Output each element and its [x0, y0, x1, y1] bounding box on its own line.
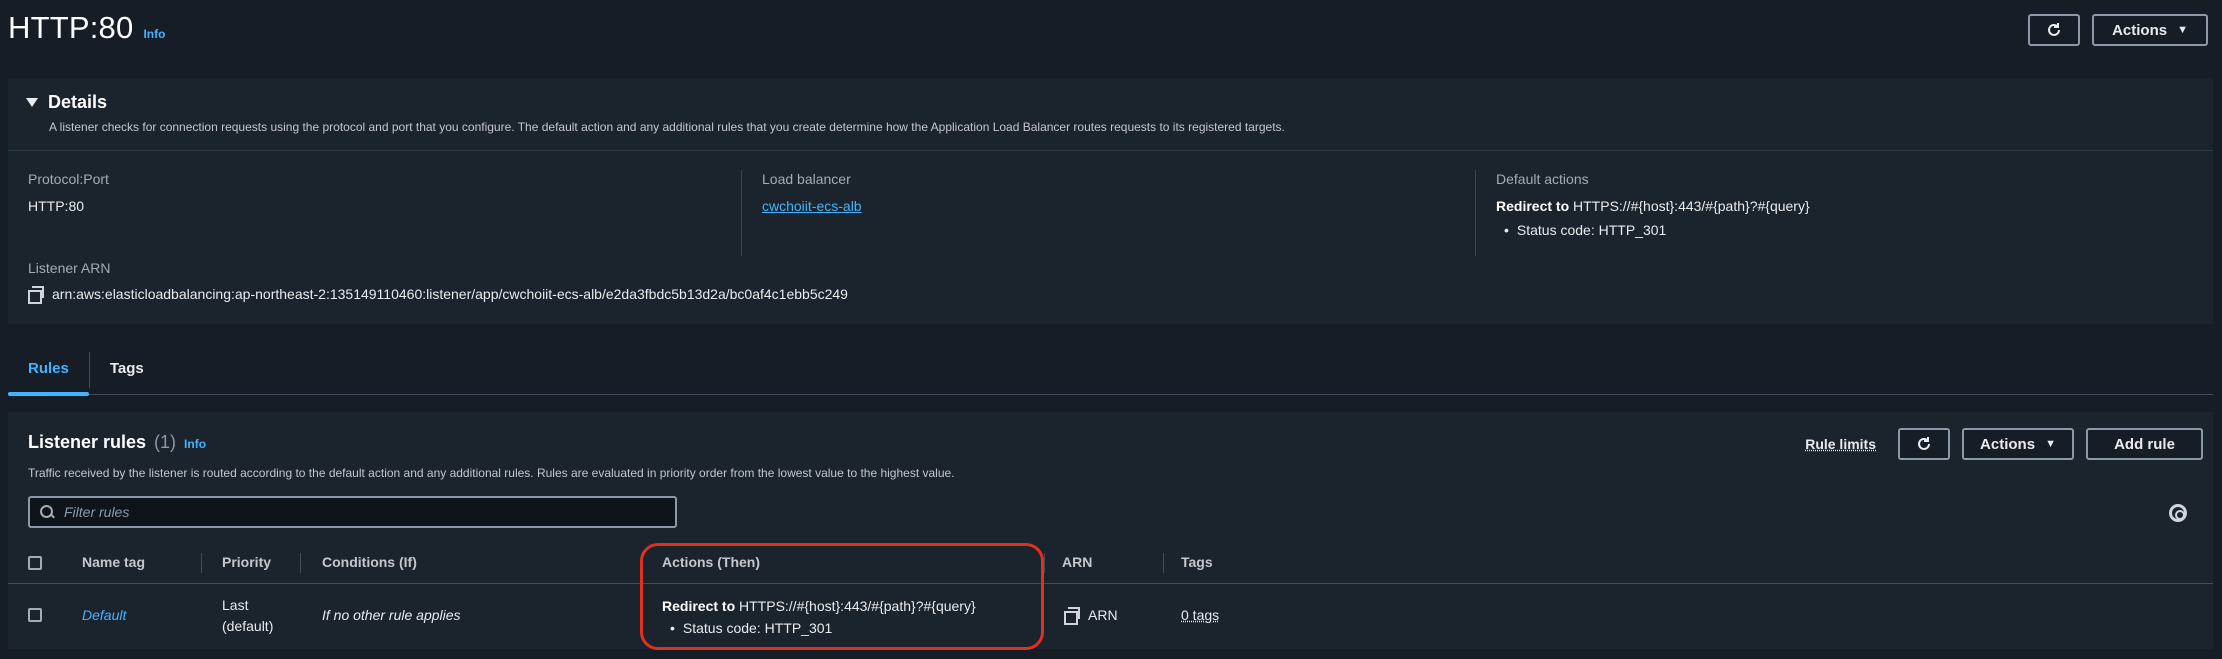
rule-actions: Redirect to HTTPS://#{host}:443/#{path}?…	[662, 598, 976, 636]
select-all-checkbox[interactable]	[28, 556, 42, 570]
refresh-icon	[2048, 23, 2061, 36]
details-panel: Details A listener checks for connection…	[8, 78, 2213, 324]
status-code-text: Status code: HTTP_301	[1516, 222, 1667, 238]
page-title: HTTP:80	[8, 10, 134, 45]
col-name-tag[interactable]: Name tag	[82, 554, 145, 570]
add-rule-button[interactable]: Add rule	[2086, 428, 2203, 460]
listener-arn-label: Listener ARN	[28, 260, 111, 276]
rule-tags-link[interactable]: 0 tags	[1181, 607, 1219, 623]
row-checkbox[interactable]	[28, 608, 42, 622]
load-balancer-link[interactable]: cwchoiit-ecs-alb	[762, 198, 862, 214]
listener-arn-row: arn:aws:elasticloadbalancing:ap-northeas…	[28, 286, 848, 304]
tab-tags[interactable]: Tags	[90, 345, 164, 395]
column-divider	[741, 170, 742, 256]
info-link[interactable]: Info	[143, 27, 165, 41]
refresh-icon	[1918, 437, 1930, 450]
rule-arn: ARN	[1064, 607, 1118, 625]
load-balancer-label: Load balancer	[762, 171, 851, 187]
rules-actions-dropdown-button[interactable]: Actions ▼	[1962, 428, 2074, 460]
rules-description: Traffic received by the listener is rout…	[28, 466, 955, 480]
default-actions-field: Default actions Redirect to HTTPS://#{ho…	[1496, 171, 1810, 238]
col-actions[interactable]: Actions (Then)	[662, 554, 760, 570]
rule-name-link[interactable]: Default	[82, 607, 126, 623]
rules-title: Listener rules	[28, 432, 147, 452]
protocol-port-label: Protocol:Port	[28, 171, 109, 187]
caret-down-icon: ▼	[2177, 24, 2188, 36]
filter-rules-input[interactable]	[64, 504, 664, 520]
protocol-port-value: HTTP:80	[28, 198, 85, 214]
rules-info-link[interactable]: Info	[184, 437, 206, 451]
rule-redirect-target: HTTPS://#{host}:443/#{path}?#{query}	[739, 598, 976, 614]
rule-redirect-prefix: Redirect to	[662, 598, 736, 614]
rule-status-text: Status code: HTTP_301	[682, 620, 833, 636]
actions-dropdown-button[interactable]: Actions ▼	[2092, 14, 2208, 46]
listener-rules-panel: Listener rules (1) Info Traffic received…	[8, 412, 2213, 649]
copy-icon[interactable]	[1064, 607, 1080, 625]
tab-bar: Rules Tags	[8, 345, 2213, 396]
search-icon	[40, 505, 54, 519]
details-title: Details	[48, 92, 108, 112]
load-balancer-field: Load balancer cwchoiit-ecs-alb	[762, 171, 862, 215]
details-toggle[interactable]: Details	[26, 92, 1285, 113]
caret-down-icon: ▼	[2045, 438, 2056, 450]
column-resizer[interactable]	[1163, 553, 1164, 573]
priority-line-1: Last	[222, 597, 249, 613]
listener-arn-value: arn:aws:elasticloadbalancing:ap-northeas…	[52, 286, 848, 302]
refresh-button[interactable]	[2028, 14, 2081, 46]
page: HTTP:80 Info Actions ▼ Details A listene…	[0, 0, 2222, 659]
rules-refresh-button[interactable]	[1898, 428, 1950, 460]
default-action-value: Redirect to HTTPS://#{host}:443/#{path}?…	[1496, 198, 1810, 214]
redirect-prefix: Redirect to	[1496, 198, 1570, 214]
rule-action-line: Redirect to HTTPS://#{host}:443/#{path}?…	[662, 598, 976, 614]
page-header: HTTP:80 Info	[8, 10, 165, 46]
column-divider	[1475, 170, 1476, 256]
col-priority[interactable]: Priority	[222, 554, 271, 570]
redirect-target: HTTPS://#{host}:443/#{path}?#{query}	[1573, 198, 1810, 214]
col-conditions[interactable]: Conditions (If)	[322, 554, 417, 570]
protocol-port-field: Protocol:Port HTTP:80	[28, 171, 109, 214]
col-arn[interactable]: ARN	[1062, 554, 1092, 570]
col-tags[interactable]: Tags	[1181, 554, 1213, 570]
priority-line-2: (default)	[222, 618, 274, 634]
rules-actions: Rule limits Actions ▼ Add rule	[1805, 428, 2203, 460]
column-resizer[interactable]	[300, 553, 301, 573]
column-resizer[interactable]	[201, 553, 202, 573]
details-description: A listener checks for connection request…	[49, 120, 1285, 134]
settings-gear-icon[interactable]	[2169, 504, 2187, 522]
filter-rules-box[interactable]	[28, 496, 677, 528]
rule-limits-link[interactable]: Rule limits	[1805, 436, 1876, 452]
status-code-item: Status code: HTTP_301	[1504, 222, 1810, 238]
column-resizer[interactable]	[1044, 553, 1045, 573]
rule-priority: Last (default)	[222, 595, 273, 637]
copy-icon[interactable]	[28, 286, 44, 304]
rule-arn-label: ARN	[1088, 607, 1118, 623]
details-divider	[8, 150, 2213, 151]
listener-arn-field: Listener ARN arn:aws:elasticloadbalancin…	[28, 260, 848, 304]
rules-count: (1)	[154, 432, 177, 452]
table-row: Default Last (default) If no other rule …	[8, 584, 2213, 646]
rules-title-row: Listener rules (1) Info	[28, 432, 206, 453]
rule-conditions: If no other rule applies	[322, 607, 461, 623]
rule-status-item: Status code: HTTP_301	[670, 620, 976, 636]
rules-table-header: Name tag Priority Conditions (If) Action…	[8, 542, 2213, 584]
tab-rules[interactable]: Rules	[8, 345, 89, 396]
header-actions: Actions ▼	[2028, 14, 2208, 46]
rules-actions-label: Actions	[1980, 435, 2036, 453]
collapse-triangle-icon	[26, 98, 38, 107]
default-actions-label: Default actions	[1496, 171, 1589, 187]
details-header: Details A listener checks for connection…	[26, 92, 1285, 134]
actions-label: Actions	[2112, 21, 2168, 39]
